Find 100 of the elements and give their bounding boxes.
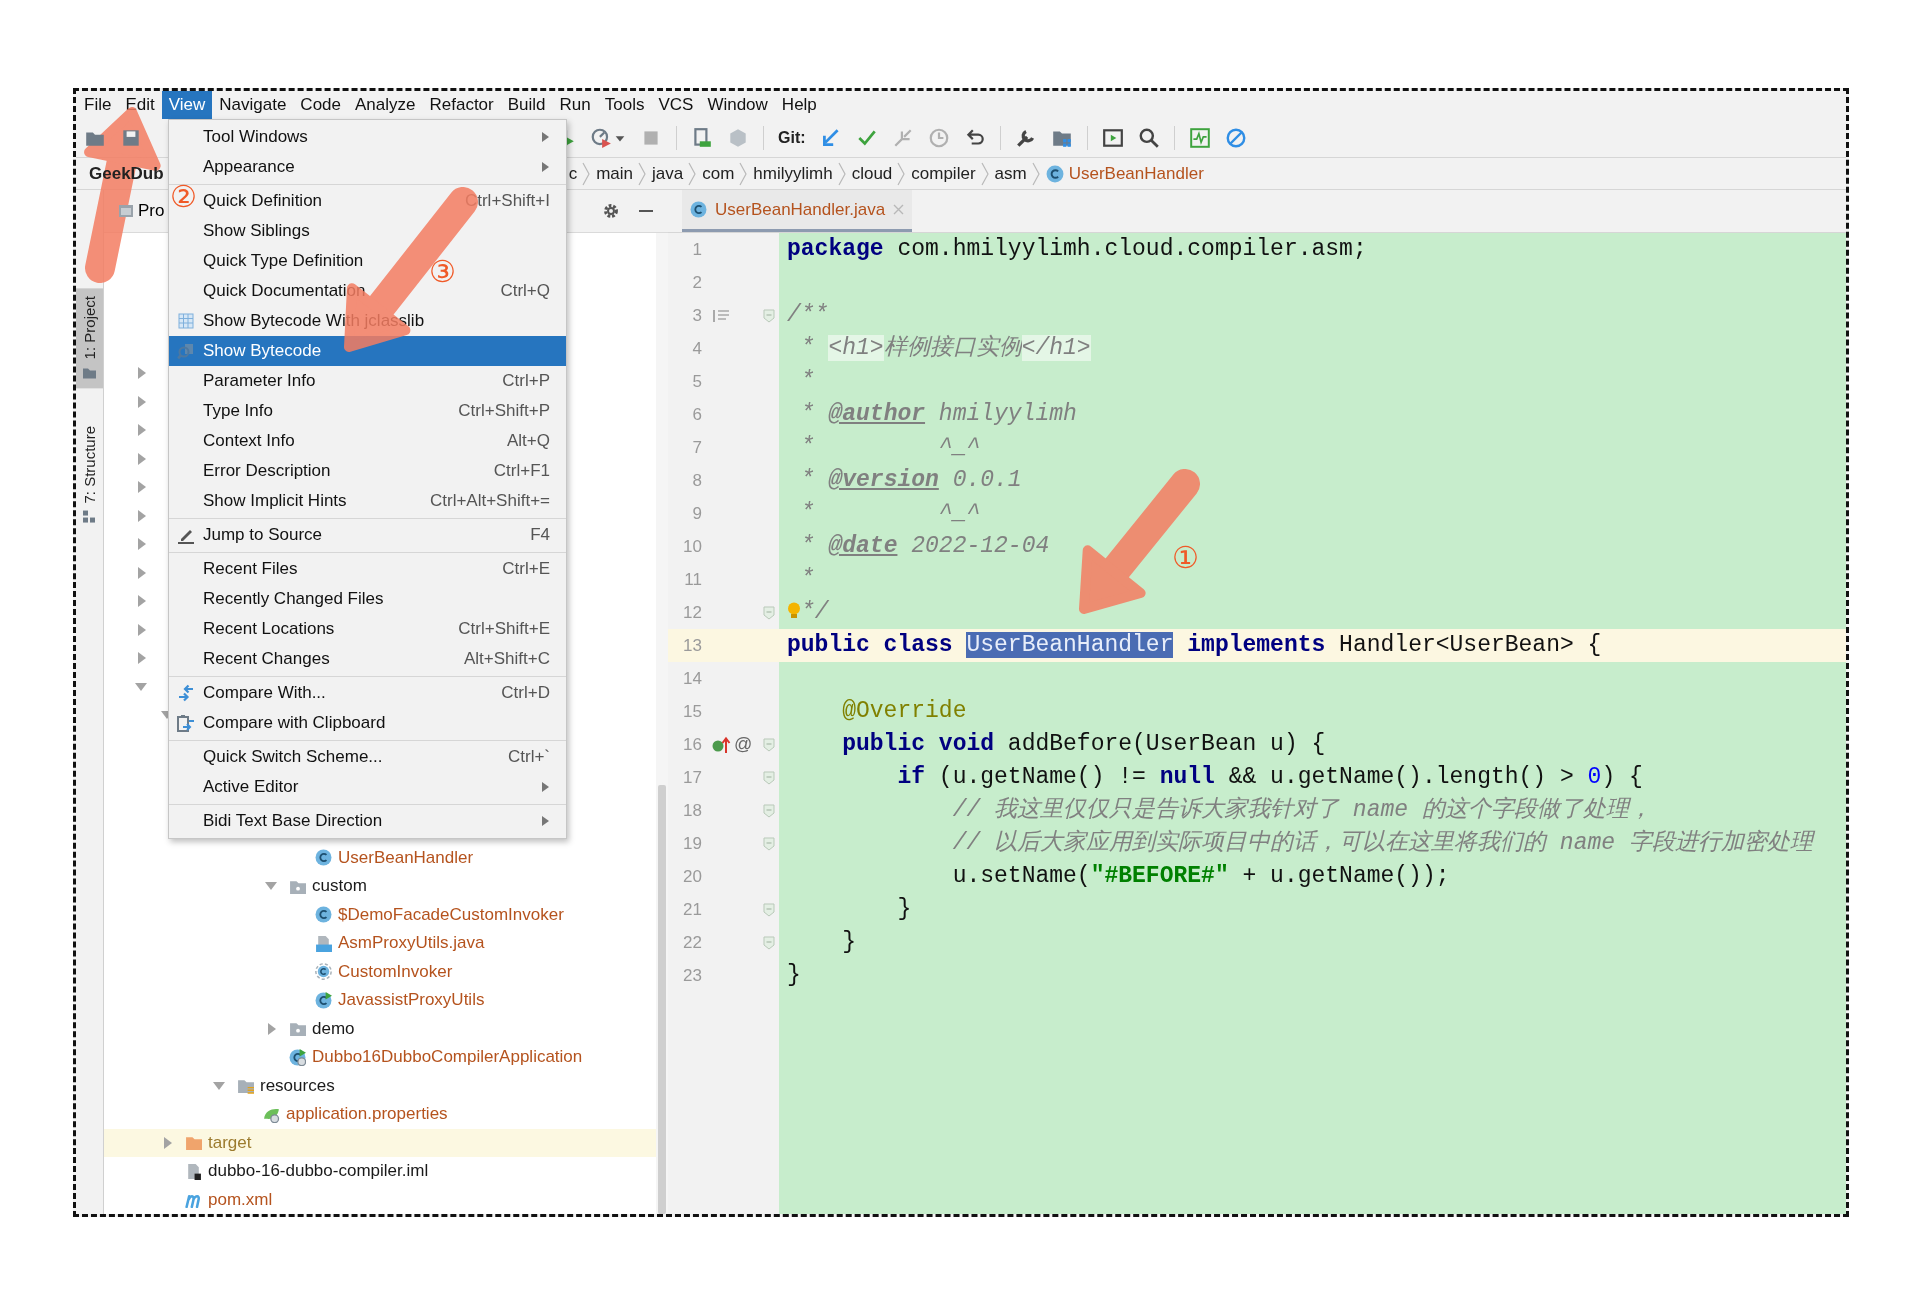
gutter-marker[interactable]: @ bbox=[734, 734, 753, 755]
menu-item[interactable]: Type Info bbox=[203, 401, 273, 421]
breadcrumb[interactable]: main bbox=[596, 163, 633, 184]
menu-item[interactable]: Recent Changes bbox=[203, 649, 330, 669]
clock-icon[interactable] bbox=[927, 127, 950, 149]
tree-row[interactable]: target bbox=[104, 1128, 656, 1157]
breadcrumb[interactable]: c bbox=[568, 163, 578, 184]
caret-right-icon[interactable] bbox=[135, 594, 147, 609]
scrollbar-thumb[interactable] bbox=[658, 785, 666, 1214]
scrollbar[interactable] bbox=[656, 233, 668, 1214]
breadcrumb[interactable]: asm bbox=[994, 163, 1027, 184]
caret-right-icon[interactable] bbox=[135, 537, 147, 552]
caret-right-icon[interactable] bbox=[135, 423, 147, 438]
menu-item[interactable]: Navigate bbox=[212, 91, 294, 119]
tool-window-tab[interactable]: 1: Project bbox=[76, 288, 103, 389]
menu-item[interactable]: Code bbox=[293, 91, 348, 119]
menu-item[interactable]: Compare with Clipboard bbox=[203, 713, 386, 733]
lightbulb-icon[interactable] bbox=[787, 601, 801, 621]
file-name[interactable]: $DemoFacadeCustomInvoker bbox=[338, 904, 564, 925]
cube-icon[interactable] bbox=[727, 127, 749, 149]
no-entry-icon[interactable] bbox=[1224, 127, 1247, 149]
file-name[interactable]: AsmProxyUtils.java bbox=[338, 933, 485, 954]
menu-item[interactable]: Analyze bbox=[348, 91, 423, 119]
menu-item[interactable]: Error Description bbox=[203, 461, 331, 481]
caret-down-icon[interactable] bbox=[134, 680, 148, 693]
menu-item[interactable]: Active Editor bbox=[203, 777, 299, 797]
circle-arrow-icon[interactable] bbox=[712, 735, 732, 754]
menu-item[interactable]: Parameter Info bbox=[203, 371, 316, 391]
menu-item[interactable]: Context Info bbox=[203, 431, 295, 451]
fold-marker-icon[interactable] bbox=[763, 770, 775, 785]
menu-item[interactable]: Tool Windows bbox=[203, 127, 308, 147]
search-icon[interactable] bbox=[1137, 127, 1160, 149]
breadcrumb[interactable]: hmilyylimh bbox=[753, 163, 833, 184]
breadcrumb[interactable]: com bbox=[702, 163, 735, 184]
caret-right-icon[interactable] bbox=[135, 480, 147, 495]
device-icon[interactable] bbox=[691, 127, 713, 149]
fold-marker-icon[interactable] bbox=[763, 902, 775, 917]
file-name[interactable]: pom.xml bbox=[208, 1189, 273, 1210]
fold-marker-icon[interactable] bbox=[763, 605, 775, 620]
menu-item[interactable]: Help bbox=[774, 91, 824, 119]
caret-right-icon[interactable] bbox=[135, 508, 147, 523]
menu-item[interactable]: Edit bbox=[118, 91, 162, 119]
menu-item[interactable]: VCS bbox=[651, 91, 701, 119]
lines-icon[interactable] bbox=[712, 307, 730, 324]
fold-marker-icon[interactable] bbox=[763, 737, 775, 752]
menu-item[interactable]: Build bbox=[500, 91, 553, 119]
file-name[interactable]: application.properties bbox=[286, 1104, 448, 1125]
breadcrumb[interactable]: java bbox=[652, 163, 684, 184]
caret-right-icon[interactable] bbox=[135, 394, 147, 409]
file-name[interactable]: Dubbo16DubboCompilerApplication bbox=[312, 1047, 583, 1068]
menu-item[interactable]: Window bbox=[700, 91, 775, 119]
editor-tab[interactable]: UserBeanHandler.java bbox=[682, 190, 913, 232]
menu-item[interactable]: Run bbox=[552, 91, 598, 119]
menu-item[interactable]: Tools bbox=[597, 91, 652, 119]
wrench-icon[interactable] bbox=[1014, 127, 1037, 149]
breadcrumb[interactable]: UserBeanHandler bbox=[1068, 163, 1204, 184]
settings-icon[interactable] bbox=[602, 202, 620, 220]
fold-marker-icon[interactable] bbox=[763, 308, 775, 323]
caret-right-icon[interactable] bbox=[161, 1135, 173, 1150]
caret-right-icon[interactable] bbox=[135, 451, 147, 466]
menu-item[interactable]: Recent Files bbox=[203, 559, 298, 579]
caret-right-icon[interactable] bbox=[135, 651, 147, 666]
caret-down-icon[interactable] bbox=[212, 1079, 226, 1092]
menu-item[interactable]: Quick Type Definition bbox=[203, 251, 364, 271]
file-name[interactable]: UserBeanHandler bbox=[338, 847, 474, 868]
menu-item[interactable]: Bidi Text Base Direction bbox=[203, 811, 383, 831]
caret-right-icon[interactable] bbox=[135, 622, 147, 637]
menu-item[interactable]: Show Implicit Hints bbox=[203, 491, 347, 511]
caret-right-icon[interactable] bbox=[135, 366, 147, 381]
menu-item[interactable]: Recent Locations bbox=[203, 619, 335, 639]
menu-item[interactable]: Show Siblings bbox=[203, 221, 310, 241]
file-name[interactable]: JavassistProxyUtils bbox=[338, 990, 485, 1011]
caret-right-icon[interactable] bbox=[265, 1021, 277, 1036]
fold-marker-icon[interactable] bbox=[763, 935, 775, 950]
save-icon[interactable] bbox=[120, 127, 142, 149]
terminal-icon[interactable] bbox=[1101, 127, 1124, 149]
menu-item[interactable]: Jump to Source bbox=[203, 525, 323, 545]
file-name[interactable]: target bbox=[208, 1132, 252, 1153]
menu-item[interactable]: Quick Switch Scheme... bbox=[203, 747, 383, 767]
menu-item[interactable]: Refactor bbox=[422, 91, 501, 119]
file-name[interactable]: demo bbox=[312, 1018, 355, 1039]
menu-item[interactable]: File bbox=[77, 91, 119, 119]
menu-item[interactable]: Quick Definition bbox=[203, 191, 323, 211]
tool-window-tab[interactable]: 7: Structure bbox=[76, 418, 103, 533]
file-name[interactable]: CustomInvoker bbox=[338, 961, 453, 982]
menu-item[interactable]: Compare With... bbox=[203, 683, 326, 703]
menu-item[interactable]: View bbox=[161, 91, 213, 119]
caret-right-icon[interactable] bbox=[135, 565, 147, 580]
gauge-icon[interactable] bbox=[590, 127, 612, 149]
close-icon[interactable] bbox=[893, 204, 905, 215]
breadcrumb[interactable]: cloud bbox=[851, 163, 893, 184]
breadcrumb[interactable]: compiler bbox=[911, 163, 976, 184]
fold-marker-icon[interactable] bbox=[763, 836, 775, 851]
file-name[interactable]: dubbo-16-dubbo-compiler.iml bbox=[208, 1161, 429, 1182]
menu-item[interactable]: Show Bytecode bbox=[169, 336, 566, 366]
activity-monitor-icon[interactable] bbox=[1188, 127, 1211, 149]
fold-marker-icon[interactable] bbox=[763, 803, 775, 818]
menu-item[interactable]: Recently Changed Files bbox=[203, 589, 384, 609]
file-name[interactable]: resources bbox=[260, 1075, 335, 1096]
menu-item[interactable]: Appearance bbox=[203, 157, 295, 177]
